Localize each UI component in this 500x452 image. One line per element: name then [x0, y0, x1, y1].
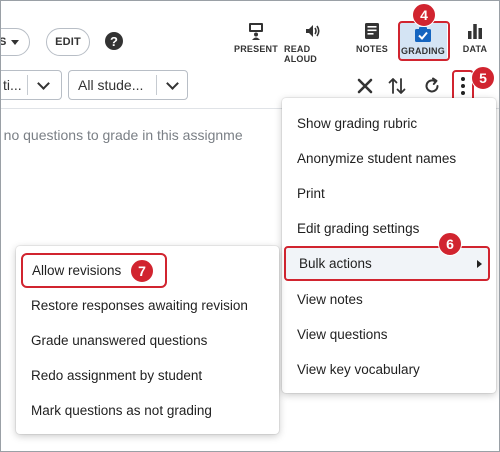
notes-icon — [363, 22, 381, 40]
data-button[interactable]: DATA — [460, 22, 490, 58]
select-divider — [27, 75, 28, 95]
student-filter-value: All stude... — [78, 77, 144, 93]
chevron-down-icon — [37, 77, 50, 90]
sort-icon — [388, 78, 406, 94]
no-questions-message: e no questions to grade in this assignme — [0, 127, 243, 143]
menu-item-view-questions[interactable]: View questions — [282, 317, 496, 352]
notes-button[interactable]: NOTES — [355, 22, 389, 58]
question-filter-select[interactable]: ti... — [0, 70, 62, 100]
submenu-item-label: Allow revisions — [32, 263, 122, 278]
submenu-item-label: Restore responses awaiting revision — [31, 298, 248, 313]
caret-down-icon — [10, 39, 19, 45]
speaker-icon — [304, 22, 322, 40]
edit-label: EDIT — [55, 36, 81, 48]
grading-highlight-outline — [398, 21, 450, 61]
close-button[interactable] — [355, 76, 375, 96]
question-filter-value: ti... — [3, 77, 22, 93]
menu-item-label: View questions — [297, 327, 388, 342]
sort-button[interactable] — [387, 76, 407, 96]
callout-step-7: 7 — [130, 259, 154, 283]
submenu-item-mark-not-grading[interactable]: Mark questions as not grading — [16, 393, 279, 428]
menu-item-label: Edit grading settings — [297, 221, 420, 236]
submenu-item-label: Mark questions as not grading — [31, 403, 212, 418]
edit-button[interactable]: EDIT — [46, 28, 90, 56]
menu-item-label: Print — [297, 186, 325, 201]
menu-item-anonymize-student-names[interactable]: Anonymize student names — [282, 141, 496, 176]
data-label: DATA — [462, 44, 488, 54]
bar-chart-icon — [466, 22, 484, 40]
read-aloud-label: READ ALOUD — [284, 44, 317, 64]
read-aloud-button[interactable]: READ ALOUD — [284, 22, 342, 64]
refresh-button[interactable] — [422, 76, 442, 96]
help-icon[interactable]: ? — [105, 32, 123, 50]
help-glyph: ? — [110, 33, 118, 49]
callout-step-6-number: 6 — [446, 236, 454, 252]
menu-item-label: Bulk actions — [299, 256, 372, 271]
submenu-item-restore-responses[interactable]: Restore responses awaiting revision — [16, 288, 279, 323]
menu-item-label: Show grading rubric — [297, 116, 418, 131]
menu-item-label: View notes — [297, 292, 363, 307]
callout-step-4-number: 4 — [420, 7, 428, 23]
present-icon — [247, 22, 265, 40]
menu-item-print[interactable]: Print — [282, 176, 496, 211]
menu-item-show-grading-rubric[interactable]: Show grading rubric — [282, 106, 496, 141]
callout-step-4: 4 — [412, 3, 436, 27]
present-label: PRESENT — [234, 44, 278, 54]
grading-options-menu: Show grading rubric Anonymize student na… — [282, 98, 496, 393]
callout-step-5-number: 5 — [479, 70, 487, 86]
callout-step-5: 5 — [471, 66, 495, 90]
menu-item-edit-grading-settings[interactable]: Edit grading settings — [282, 211, 496, 246]
view-dropdown-label: S — [0, 36, 7, 48]
present-button[interactable]: PRESENT — [233, 22, 279, 58]
menu-item-view-key-vocabulary[interactable]: View key vocabulary — [282, 352, 496, 387]
chevron-down-icon — [166, 77, 179, 90]
view-dropdown-button[interactable]: S — [0, 28, 30, 56]
select-divider — [156, 75, 157, 95]
menu-item-label: View key vocabulary — [297, 362, 420, 377]
refresh-icon — [425, 77, 439, 93]
callout-step-6: 6 — [438, 232, 462, 256]
more-vertical-icon — [461, 77, 465, 95]
submenu-item-grade-unanswered[interactable]: Grade unanswered questions — [16, 323, 279, 358]
menu-item-label: Anonymize student names — [297, 151, 457, 166]
menu-item-view-notes[interactable]: View notes — [282, 282, 496, 317]
close-icon — [357, 78, 373, 94]
submenu-item-label: Redo assignment by student — [31, 368, 203, 383]
callout-step-7-number: 7 — [138, 263, 146, 279]
submenu-item-redo-assignment[interactable]: Redo assignment by student — [16, 358, 279, 393]
submenu-arrow-icon — [477, 260, 482, 268]
submenu-item-label: Grade unanswered questions — [31, 333, 208, 348]
notes-label: NOTES — [355, 44, 388, 54]
student-filter-select[interactable]: All stude... — [68, 70, 188, 100]
